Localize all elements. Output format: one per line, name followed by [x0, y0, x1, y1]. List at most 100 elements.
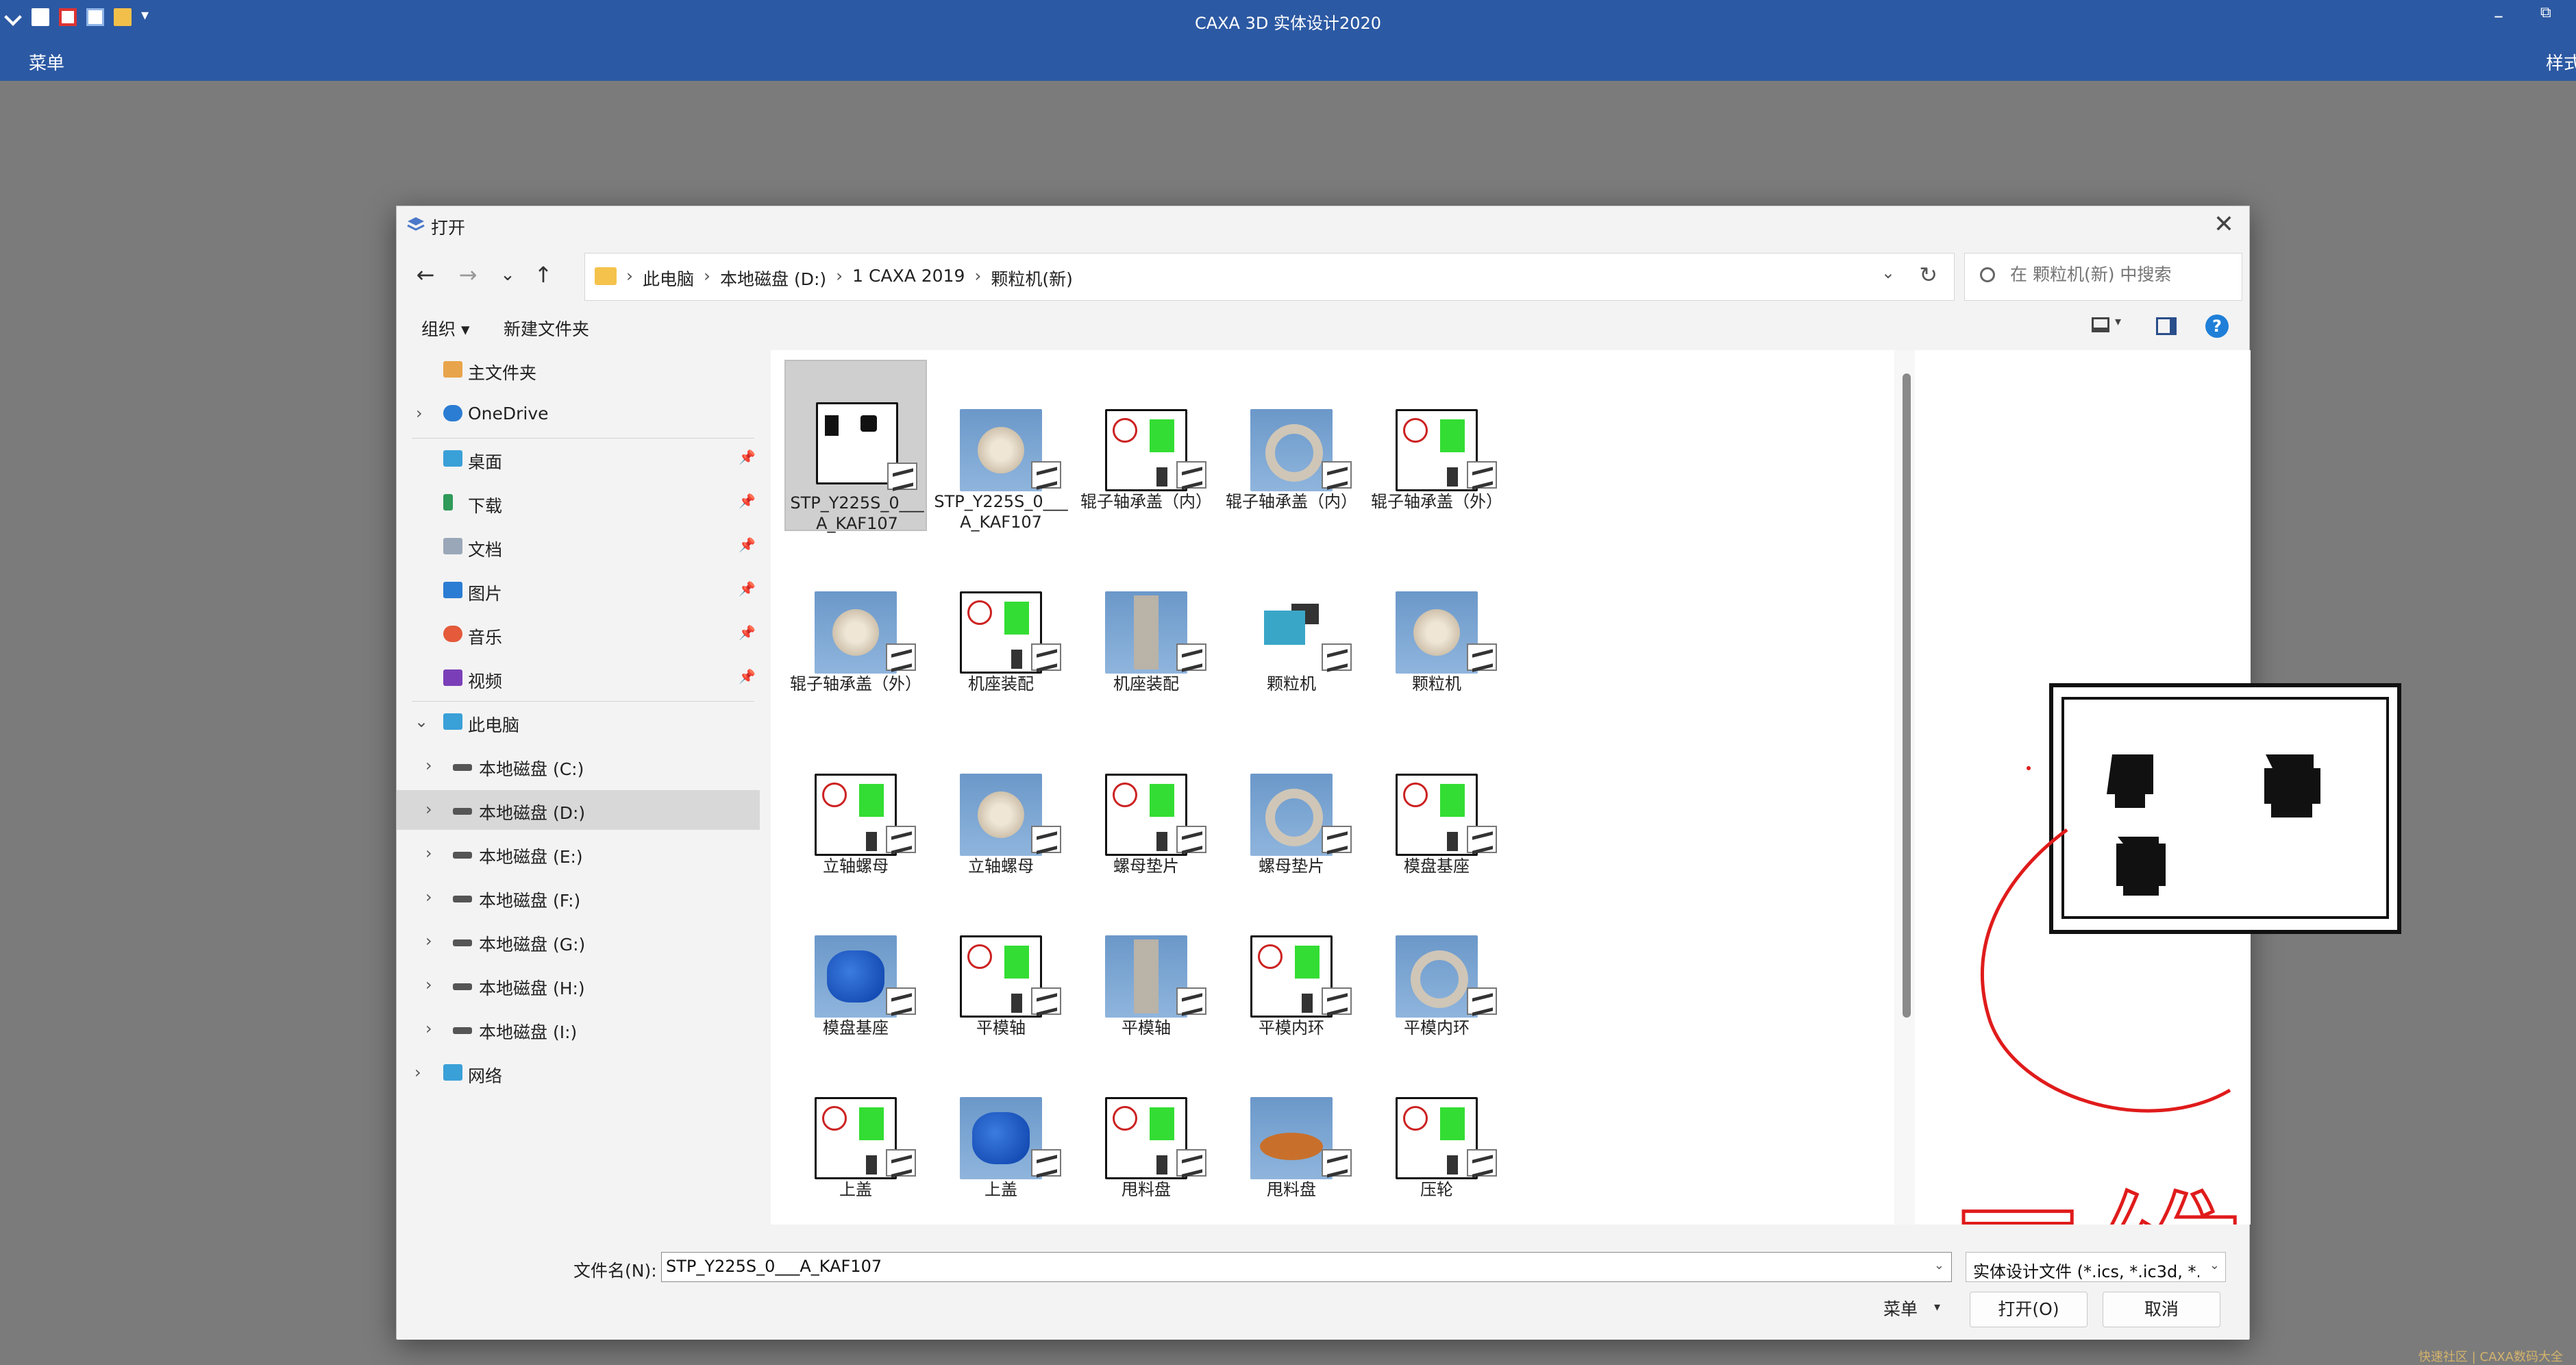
file-item[interactable]: 立轴螺母 [784, 724, 927, 896]
file-item[interactable]: 上盖 [930, 1048, 1072, 1219]
minimize-button[interactable]: – [2494, 4, 2503, 27]
nav-item-this-pc[interactable]: ⌄ 此电脑 [397, 702, 760, 742]
new-folder-button[interactable]: 新建文件夹 [504, 316, 589, 341]
file-type-select[interactable]: 实体设计文件 (*.ics, *.ic3d, *.ics ⌄ [1966, 1252, 2226, 1282]
address-dropdown-icon[interactable]: ⌄ [1881, 263, 1895, 282]
search-box[interactable] [1964, 253, 2242, 301]
filename-field[interactable]: ⌄ [661, 1252, 1952, 1282]
chevron-right-icon[interactable]: › [425, 756, 432, 775]
nav-item-label: OneDrive [468, 404, 549, 423]
nav-item-onedrive[interactable]: › OneDrive [397, 394, 760, 434]
search-input[interactable] [2010, 265, 2229, 284]
chevron-down-icon[interactable]: ⌄ [414, 712, 428, 731]
address-bar[interactable]: › 此电脑 › 本地磁盘 (D:) › 1 CAXA 2019 › 颗粒机(新)… [584, 253, 1955, 301]
breadcrumb-drive-d[interactable]: 本地磁盘 (D:) [720, 266, 826, 291]
organize-button[interactable]: 组织 ▾ [421, 316, 470, 341]
chevron-right-icon[interactable]: › [425, 844, 432, 863]
dialog-close-button[interactable]: ✕ [2214, 210, 2234, 238]
nav-item-drive-e[interactable]: › 本地磁盘 (E:) [397, 834, 760, 874]
ribbon-menu-button[interactable]: 菜单 [29, 49, 64, 75]
file-item[interactable]: 模盘基座 [784, 886, 927, 1057]
drive-icon [453, 1027, 472, 1034]
scrollbar-thumb[interactable] [1903, 373, 1911, 1018]
nav-item-network[interactable]: › 网络 [397, 1053, 760, 1093]
nav-item-drive-h[interactable]: › 本地磁盘 (H:) [397, 966, 760, 1005]
nav-item-drive-g[interactable]: › 本地磁盘 (G:) [397, 922, 760, 961]
nav-item-drive-d[interactable]: › 本地磁盘 (D:) [397, 790, 760, 830]
up-button[interactable]: ↑ [525, 257, 561, 293]
nav-item-music[interactable]: 音乐 📌 [397, 615, 760, 654]
nav-item-videos[interactable]: 视频 📌 [397, 659, 760, 698]
vertical-scrollbar[interactable] [1894, 350, 1915, 1225]
file-item[interactable]: 平模轴 [1075, 886, 1217, 1057]
menu-button[interactable]: 菜单 [1883, 1296, 1918, 1320]
caxa-file-icon [1176, 987, 1206, 1015]
nav-item-home[interactable]: 主文件夹 [397, 350, 760, 390]
nav-item-documents[interactable]: 文档 📌 [397, 527, 760, 567]
file-item[interactable]: 平模轴 [930, 886, 1072, 1057]
nav-item-drive-f[interactable]: › 本地磁盘 (F:) [397, 878, 760, 918]
file-item[interactable]: 颗粒机 [1220, 542, 1363, 713]
filename-input[interactable] [666, 1257, 1899, 1276]
file-item[interactable]: 平模内环 [1220, 886, 1363, 1057]
forward-button[interactable]: → [450, 257, 486, 293]
file-item[interactable]: 机座装配 [930, 542, 1072, 713]
back-button[interactable]: ← [408, 257, 443, 293]
nav-item-downloads[interactable]: 下载 📌 [397, 483, 760, 523]
file-item[interactable]: 甩料盘 [1220, 1048, 1363, 1219]
pin-icon[interactable]: 📌 [739, 580, 756, 597]
file-item[interactable]: 辊子轴承盖（内） [1075, 360, 1217, 531]
file-item[interactable]: STP_Y225S_0___A_KAF107 [784, 360, 927, 533]
chevron-right-icon[interactable]: › [425, 887, 432, 907]
nav-item-pictures[interactable]: 图片 📌 [397, 571, 760, 611]
cancel-button[interactable]: 取消 [2103, 1292, 2220, 1327]
file-item[interactable]: 辊子轴承盖（外） [784, 542, 927, 713]
pin-icon[interactable]: 📌 [739, 449, 756, 465]
file-item[interactable]: 颗粒机 [1365, 542, 1508, 713]
restore-button[interactable]: ⧉ [2540, 4, 2551, 21]
recent-locations-button[interactable]: ⌄ [490, 257, 525, 293]
pin-icon[interactable]: 📌 [739, 624, 756, 641]
refresh-icon[interactable]: ↻ [1919, 262, 1937, 288]
caxa-file-icon [1322, 987, 1352, 1015]
file-item[interactable]: 辊子轴承盖（内） [1220, 360, 1363, 531]
open-button[interactable]: 打开(O) [1970, 1292, 2088, 1327]
pin-icon[interactable]: 📌 [739, 537, 756, 553]
pin-icon[interactable]: 📌 [739, 668, 756, 685]
chevron-right-icon[interactable]: › [425, 931, 432, 950]
file-type-dropdown-icon[interactable]: ⌄ [2209, 1258, 2220, 1272]
file-name: 平模轴 [1122, 1018, 1171, 1037]
nav-item-desktop[interactable]: 桌面 📌 [397, 439, 760, 479]
file-item[interactable]: 立轴螺母 [930, 724, 1072, 896]
chevron-right-icon[interactable]: › [416, 404, 423, 423]
file-item[interactable]: 甩料盘 [1075, 1048, 1217, 1219]
file-item[interactable]: 螺母垫片 [1220, 724, 1363, 896]
chevron-right-icon[interactable]: › [425, 800, 432, 819]
nav-divider [412, 438, 754, 439]
preview-pane-icon[interactable] [2156, 317, 2177, 335]
file-item[interactable]: 辊子轴承盖（外） [1365, 360, 1508, 531]
pin-icon[interactable]: 📌 [739, 493, 756, 509]
chevron-right-icon[interactable]: › [425, 1019, 432, 1038]
chevron-right-icon[interactable]: › [425, 975, 432, 994]
help-icon[interactable]: ? [2205, 315, 2229, 338]
file-item[interactable]: 螺母垫片 [1075, 724, 1217, 896]
file-item[interactable]: 模盘基座 [1365, 724, 1508, 896]
file-item[interactable]: 平模内环 [1365, 886, 1508, 1057]
breadcrumb-separator: › [704, 266, 711, 286]
menu-dropdown-icon[interactable]: ▾ [1934, 1300, 1940, 1314]
breadcrumb-caxa-2019[interactable]: 1 CAXA 2019 [852, 266, 965, 291]
nav-item-drive-c[interactable]: › 本地磁盘 (C:) [397, 746, 760, 786]
file-item[interactable]: STP_Y225S_0___A_KAF107 [930, 360, 1072, 532]
filename-dropdown-icon[interactable]: ⌄ [1934, 1258, 1944, 1272]
view-mode-icon[interactable] [2092, 317, 2109, 332]
file-item[interactable]: 上盖 [784, 1048, 927, 1219]
ribbon-style-button[interactable]: 样式 [2546, 49, 2576, 75]
view-mode-dropdown-icon[interactable]: ▾ [2115, 315, 2121, 329]
breadcrumb-current-folder[interactable]: 颗粒机(新) [991, 266, 1073, 291]
breadcrumb-this-pc[interactable]: 此电脑 [643, 266, 694, 291]
file-item[interactable]: 机座装配 [1075, 542, 1217, 713]
nav-item-drive-i[interactable]: › 本地磁盘 (I:) [397, 1009, 760, 1049]
file-item[interactable]: 压轮 [1365, 1048, 1508, 1219]
chevron-right-icon[interactable]: › [414, 1063, 421, 1082]
